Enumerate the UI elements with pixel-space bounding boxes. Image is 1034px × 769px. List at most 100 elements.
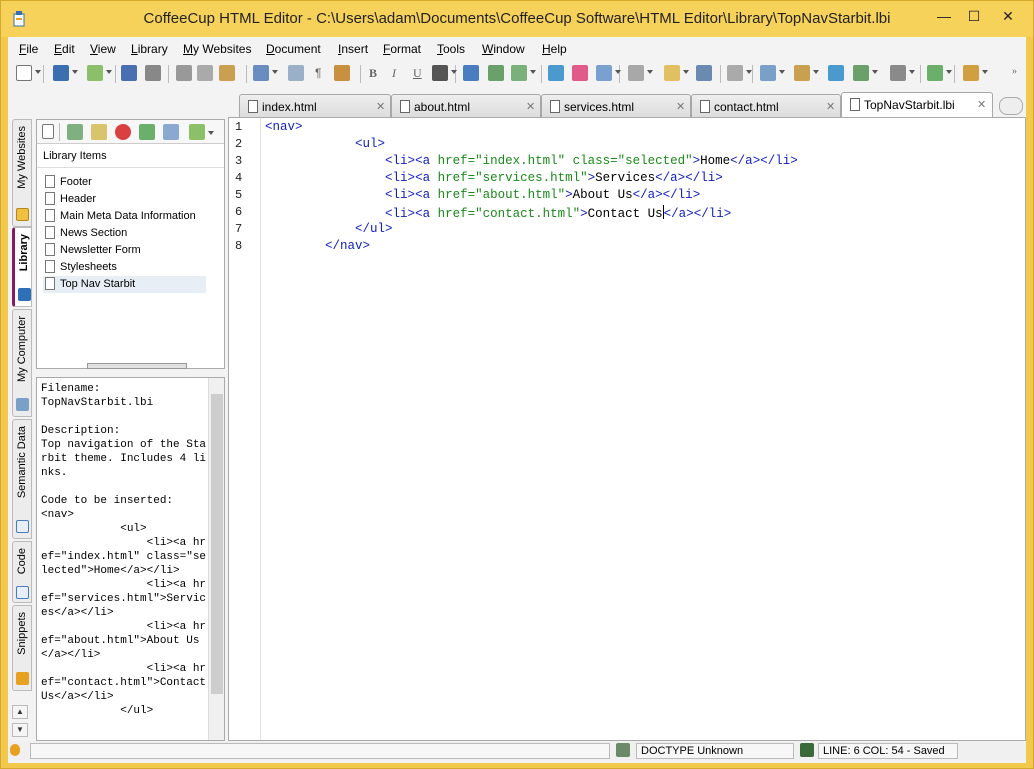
browser-icon[interactable] — [890, 65, 906, 81]
tab-close-icon[interactable]: ✕ — [676, 100, 685, 113]
library-item[interactable]: Newsletter Form — [43, 242, 206, 259]
edit-item-icon[interactable] — [91, 124, 107, 140]
library-item[interactable]: Main Meta Data Information — [43, 208, 206, 225]
link-icon[interactable] — [548, 65, 564, 81]
library-item[interactable]: Footer — [43, 174, 206, 191]
sync-icon[interactable] — [163, 124, 179, 140]
maximize-button[interactable]: ☐ — [959, 5, 989, 27]
chevron-down-icon[interactable] — [530, 70, 536, 74]
tab-services-html[interactable]: services.html ✕ — [541, 94, 691, 118]
menu-document[interactable]: Document — [266, 42, 321, 56]
upload-icon[interactable] — [828, 65, 844, 81]
library-item[interactable]: Header — [43, 191, 206, 208]
save-icon[interactable] — [53, 65, 69, 81]
cut-icon[interactable] — [176, 65, 192, 81]
tab-close-icon[interactable]: ✕ — [977, 98, 986, 111]
side-tab-my-websites[interactable]: My Websites — [12, 119, 32, 227]
close-button[interactable]: ✕ — [989, 5, 1027, 27]
code-line[interactable]: <ul> — [265, 137, 385, 154]
table-icon[interactable] — [596, 65, 612, 81]
code-editor[interactable]: 1 2 3 4 5 6 7 8 <nav> <ul> <li><a href="index.h… — [228, 117, 1026, 741]
menu-file[interactable]: File — [19, 42, 38, 56]
menu-help[interactable]: Help — [542, 42, 567, 56]
chevron-down-icon[interactable] — [451, 70, 457, 74]
tab-close-icon[interactable]: ✕ — [826, 100, 835, 113]
new-document-icon[interactable] — [16, 65, 32, 81]
library-item[interactable]: News Section — [43, 225, 206, 242]
chevron-down-icon[interactable] — [982, 70, 988, 74]
toolbar-overflow-icon[interactable]: » — [1012, 66, 1017, 77]
code-line[interactable]: <li><a href="index.html" class="selected… — [265, 154, 798, 171]
side-tab-code[interactable]: Code — [12, 541, 32, 603]
scrollbar-thumb[interactable] — [211, 394, 223, 694]
menu-my-websites[interactable]: My Websites — [183, 42, 251, 56]
chevron-down-icon[interactable] — [779, 70, 785, 74]
menu-window[interactable]: Window — [482, 42, 525, 56]
chevron-down-icon[interactable] — [872, 70, 878, 74]
chevron-down-icon[interactable] — [683, 70, 689, 74]
description-scrollbar[interactable] — [208, 378, 224, 740]
code-line[interactable]: </ul> — [265, 222, 393, 239]
insert-into-document-icon[interactable] — [189, 124, 205, 140]
paste-icon[interactable] — [219, 65, 235, 81]
menu-insert[interactable]: Insert — [338, 42, 368, 56]
web-icon[interactable] — [511, 65, 527, 81]
tab-contact-html[interactable]: contact.html ✕ — [691, 94, 841, 118]
tab-close-icon[interactable]: ✕ — [526, 100, 535, 113]
image-icon[interactable] — [488, 65, 504, 81]
side-tab-snippets[interactable]: Snippets — [12, 605, 32, 691]
menu-view[interactable]: View — [90, 42, 116, 56]
side-tab-semantic-data[interactable]: Semantic Data — [12, 419, 32, 539]
zoom-icon[interactable] — [963, 65, 979, 81]
chevron-down-icon[interactable] — [72, 70, 78, 74]
new-tab-button[interactable] — [999, 97, 1023, 115]
chevron-down-icon[interactable] — [647, 70, 653, 74]
tab-topnavstarbit-lbi[interactable]: TopNavStarbit.lbi ✕ — [841, 92, 993, 118]
tab-index-html[interactable]: index.html ✕ — [239, 94, 391, 118]
delete-item-icon[interactable] — [115, 124, 131, 140]
chevron-down-icon[interactable] — [909, 70, 915, 74]
chevron-down-icon[interactable] — [106, 70, 112, 74]
redo-icon[interactable] — [145, 65, 161, 81]
bold-button[interactable]: B — [369, 66, 377, 81]
list-icon[interactable] — [463, 65, 479, 81]
undo-icon[interactable] — [121, 65, 137, 81]
italic-button[interactable]: I — [392, 66, 396, 81]
code-line[interactable]: <nav> — [265, 120, 303, 137]
refresh-icon[interactable] — [139, 124, 155, 140]
paragraph-button[interactable]: ¶ — [315, 66, 321, 80]
chevron-down-icon[interactable] — [208, 131, 214, 135]
minimize-button[interactable]: — — [929, 5, 959, 27]
open-icon[interactable] — [87, 65, 103, 81]
side-tabs-scroll-down-icon[interactable]: ▼ — [12, 723, 28, 737]
edit-icon[interactable] — [664, 65, 680, 81]
side-tab-my-computer[interactable]: My Computer — [12, 309, 32, 417]
side-tab-library[interactable]: Library — [12, 227, 32, 307]
globe-icon[interactable] — [853, 65, 869, 81]
menu-tools[interactable]: Tools — [437, 42, 465, 56]
tab-close-icon[interactable]: ✕ — [376, 100, 385, 113]
preview-icon[interactable] — [794, 65, 810, 81]
chevron-down-icon[interactable] — [272, 70, 278, 74]
find-icon[interactable] — [288, 65, 304, 81]
menu-library[interactable]: Library — [131, 42, 168, 56]
tab-about-html[interactable]: about.html ✕ — [391, 94, 541, 118]
settings-icon[interactable] — [727, 65, 743, 81]
code-line[interactable]: <li><a href="about.html">About Us</a></l… — [265, 188, 700, 205]
align-icon[interactable] — [432, 65, 448, 81]
menu-format[interactable]: Format — [383, 42, 421, 56]
new-library-item-icon[interactable] — [42, 124, 54, 139]
chevron-down-icon[interactable] — [946, 70, 952, 74]
panel-splitter[interactable] — [87, 363, 187, 369]
chevron-down-icon[interactable] — [35, 70, 41, 74]
chevron-down-icon[interactable] — [746, 70, 752, 74]
form-icon[interactable] — [628, 65, 644, 81]
spellcheck-icon[interactable] — [927, 65, 943, 81]
color-icon[interactable] — [572, 65, 588, 81]
library-item[interactable]: Top Nav Starbit — [43, 276, 206, 293]
insert-icon[interactable] — [334, 65, 350, 81]
library-item[interactable]: Stylesheets — [43, 259, 206, 276]
code-line[interactable]: <li><a href="contact.html">Contact Us</a… — [265, 205, 731, 222]
code-line[interactable]: <li><a href="services.html">Services</a>… — [265, 171, 723, 188]
insert-item-icon[interactable] — [67, 124, 83, 140]
